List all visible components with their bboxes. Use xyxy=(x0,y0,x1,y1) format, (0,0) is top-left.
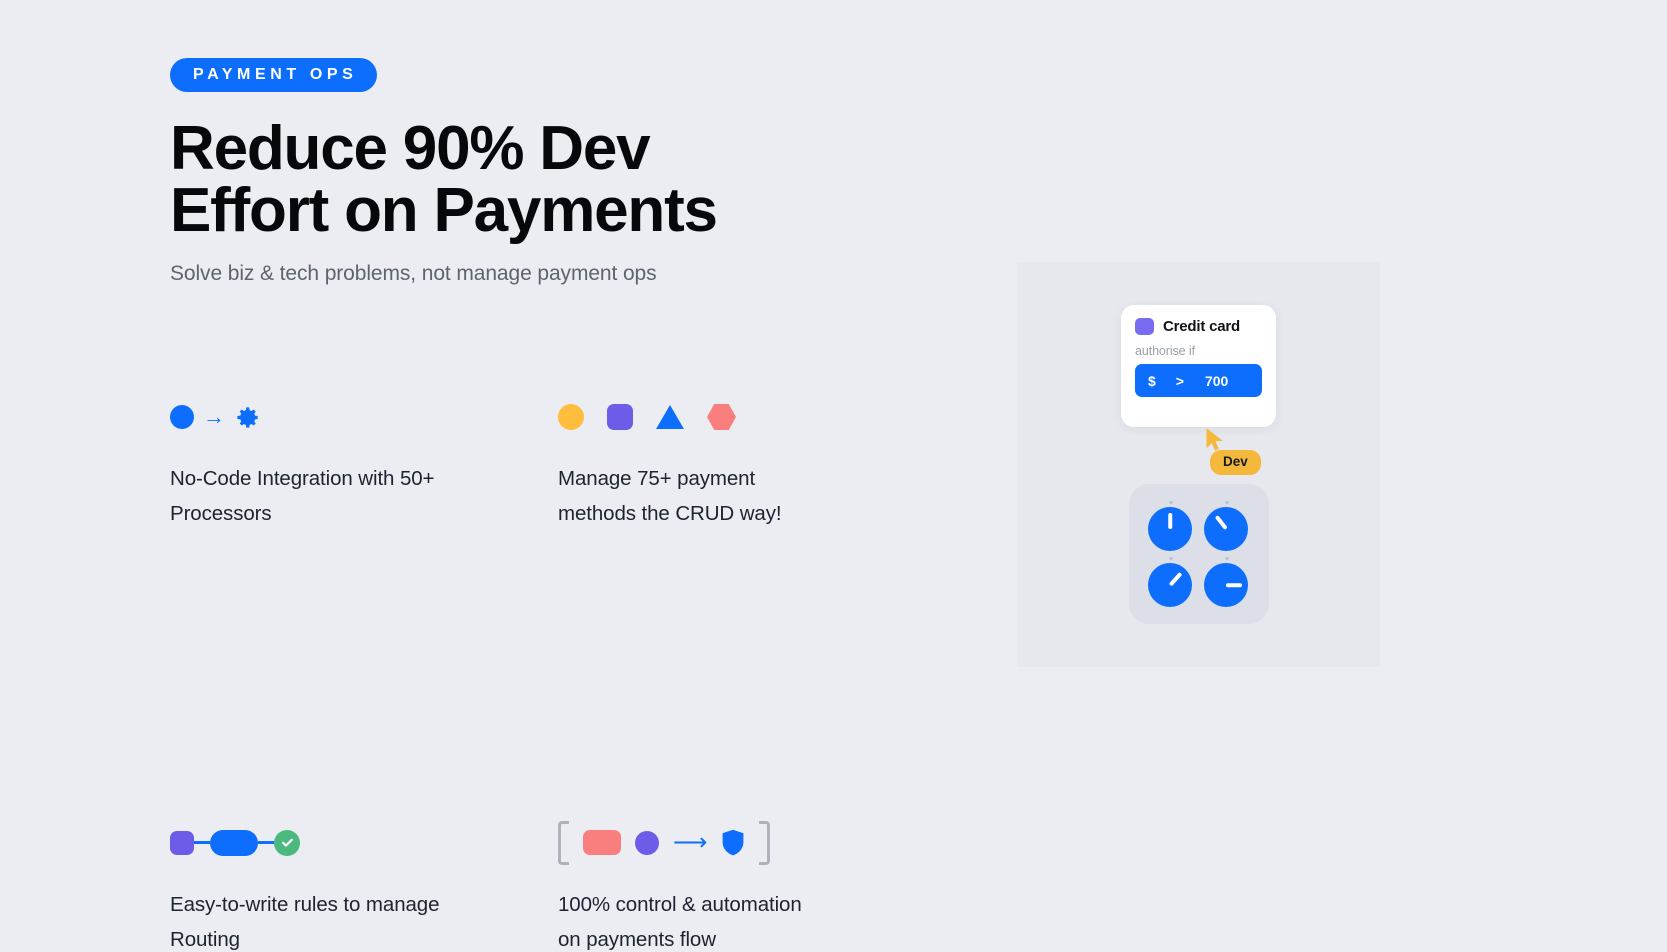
feature-no-code-integration: → No-Code Integration with 50+ Processor… xyxy=(170,395,558,532)
knob-marker-icon xyxy=(1225,557,1229,560)
rule-card-title: Credit card xyxy=(1163,318,1240,335)
knob-marker-icon xyxy=(1225,501,1229,504)
feature-routing-rules: Easy-to-write rules to manage Routing xyxy=(170,821,558,952)
circle-icon xyxy=(170,405,194,429)
condition-operator: > xyxy=(1175,372,1184,389)
rectangle-node-icon xyxy=(583,830,621,855)
square-node-icon xyxy=(170,830,194,855)
page-title: Reduce 90% Dev Effort on Payments xyxy=(170,118,770,242)
condition-value: 700 xyxy=(1204,372,1229,389)
feature-row-top: → No-Code Integration with 50+ Processor… xyxy=(170,395,870,532)
knob-4[interactable] xyxy=(1204,557,1250,607)
feature-label: No-Code Integration with 50+ Processors xyxy=(170,467,435,526)
circle-shape-icon xyxy=(558,404,584,430)
square-shape-icon xyxy=(607,404,633,430)
gear-icon xyxy=(234,404,261,431)
credit-card-chip-icon xyxy=(1135,318,1154,335)
hero-text-column: PAYMENT OPS Reduce 90% Dev Effort on Pay… xyxy=(170,58,870,286)
feature-row-bottom: Easy-to-write rules to manage Routing ⟶ xyxy=(170,820,870,952)
knob-control-panel xyxy=(1129,484,1269,624)
square-pill-check-icon xyxy=(170,821,558,865)
arrow-right-icon: → xyxy=(203,404,225,429)
shield-icon xyxy=(721,829,745,856)
landing-hero-section: PAYMENT OPS Reduce 90% Dev Effort on Pay… xyxy=(0,0,1667,952)
pill-node-icon xyxy=(210,829,258,856)
feature-payment-methods: Manage 75+ payment methods the CRUD way! xyxy=(558,395,870,532)
bracket-left-icon xyxy=(558,820,569,865)
knob-dial-icon xyxy=(1204,507,1248,551)
knob-3[interactable] xyxy=(1148,557,1194,607)
feature-control-automation: ⟶ 100% control & automation on payments … xyxy=(558,820,870,952)
rule-card-header: Credit card xyxy=(1135,318,1262,335)
hexagon-shape-icon xyxy=(707,404,736,430)
rule-condition-pill[interactable]: $ > 700 xyxy=(1135,364,1262,397)
cursor-user-badge: Dev xyxy=(1210,450,1261,475)
condition-currency: $ xyxy=(1148,372,1156,389)
connector-line-icon xyxy=(194,841,210,844)
feature-label: 100% control & automation on payments fl… xyxy=(558,892,802,951)
hero-subtitle: Solve biz & tech problems, not manage pa… xyxy=(170,262,657,285)
feature-label: Manage 75+ payment methods the CRUD way! xyxy=(558,467,782,526)
headline-line-1: Reduce 90% Dev xyxy=(170,114,651,183)
four-shapes-icon xyxy=(558,395,870,439)
bracket-flow-icon: ⟶ xyxy=(558,820,870,865)
circle-arrow-gear-icon: → xyxy=(170,395,558,439)
knob-marker-icon xyxy=(1169,501,1173,504)
knob-dial-icon xyxy=(1148,507,1192,551)
connector-line-icon xyxy=(258,841,274,844)
rule-card-subtitle: authorise if xyxy=(1135,344,1195,358)
feature-grid: → No-Code Integration with 50+ Processor… xyxy=(170,395,870,952)
knob-1[interactable] xyxy=(1148,501,1194,551)
check-circle-icon xyxy=(274,829,300,856)
knob-dial-icon xyxy=(1204,563,1248,607)
headline-line-2: Effort on Payments xyxy=(170,176,718,245)
feature-label: Easy-to-write rules to manage Routing xyxy=(170,892,440,951)
arrow-right-icon: ⟶ xyxy=(673,828,708,856)
payment-rules-illustration: Credit card authorise if $ > 700 Dev xyxy=(1017,262,1380,667)
triangle-shape-icon xyxy=(656,405,684,429)
section-eyebrow-badge: PAYMENT OPS xyxy=(170,58,378,92)
knob-2[interactable] xyxy=(1204,501,1250,551)
knob-marker-icon xyxy=(1169,557,1173,560)
credit-card-rule-card[interactable]: Credit card authorise if $ > 700 xyxy=(1121,305,1276,427)
circle-node-icon xyxy=(635,830,659,855)
bracket-right-icon xyxy=(759,820,771,865)
knob-dial-icon xyxy=(1148,563,1192,607)
